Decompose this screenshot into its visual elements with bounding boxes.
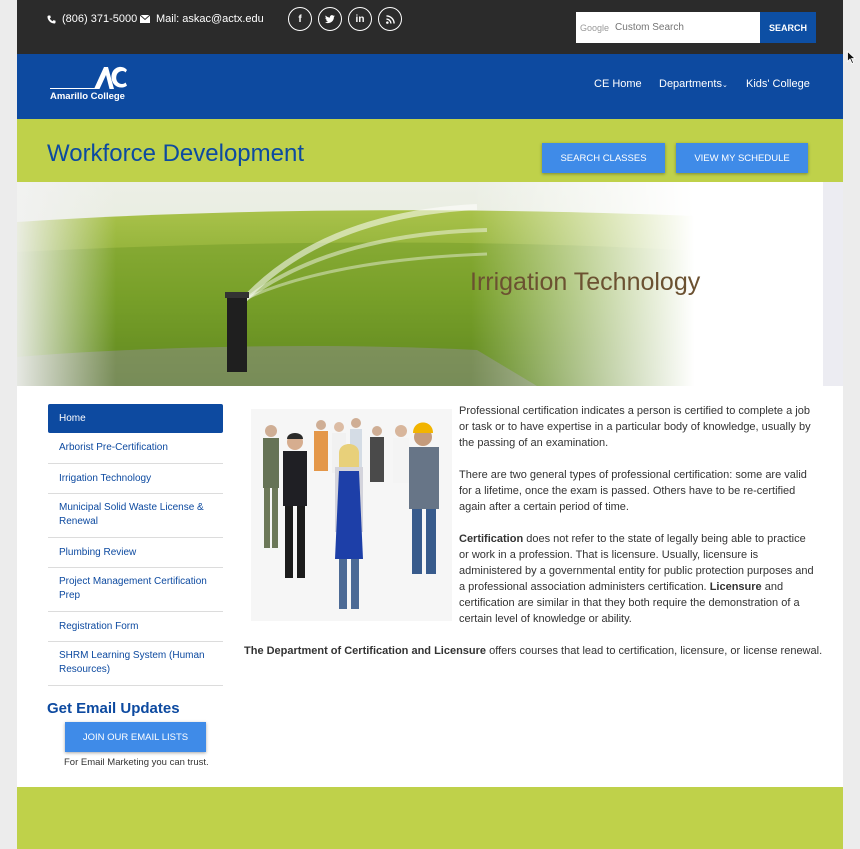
department-statement: The Department of Certification and Lice… xyxy=(244,645,822,657)
twitter-icon[interactable] xyxy=(318,7,342,31)
main-content: Professional certification indicates a p… xyxy=(459,403,817,643)
department-text: offers courses that lead to certificatio… xyxy=(486,645,823,657)
sidebar-item-arborist[interactable]: Arborist Pre-Certification xyxy=(48,433,223,464)
workers-group-image xyxy=(251,409,452,621)
page-title: Workforce Development xyxy=(47,140,304,167)
view-schedule-button[interactable]: VIEW MY SCHEDULE xyxy=(676,143,808,173)
licensure-term: Licensure xyxy=(709,581,762,593)
ac-logo-mark xyxy=(94,66,127,89)
envelope-icon xyxy=(140,15,150,23)
email-marketing-note: For Email Marketing you can trust. xyxy=(64,757,209,768)
phone-icon xyxy=(47,14,56,24)
search-classes-button[interactable]: SEARCH CLASSES xyxy=(542,143,665,173)
department-name: The Department of Certification and Lice… xyxy=(244,645,487,657)
mouse-cursor-icon xyxy=(847,51,856,64)
page-header: Workforce Development SEARCH CLASSES VIE… xyxy=(17,119,843,182)
mail-contact[interactable]: Mail: askac@actx.edu xyxy=(140,13,264,25)
social-links: f in xyxy=(288,7,402,31)
email-updates-heading: Get Email Updates xyxy=(47,700,180,717)
sidebar-nav: Home Arborist Pre-Certification Irrigati… xyxy=(48,404,223,686)
sidebar-item-registration[interactable]: Registration Form xyxy=(48,612,223,642)
college-name: Amarillo College xyxy=(50,91,125,102)
logo-rule xyxy=(50,88,95,89)
nav-ce-home[interactable]: CE Home xyxy=(594,78,642,90)
phone-number: (806) 371-5000 xyxy=(62,13,138,25)
search-box: Google xyxy=(576,12,760,43)
nav-departments-label: Departments xyxy=(659,78,722,90)
nav-departments[interactable]: Departments⌄ xyxy=(659,78,728,90)
search-input[interactable] xyxy=(615,22,746,33)
sidebar-item-plumbing[interactable]: Plumbing Review xyxy=(48,538,223,568)
sidebar-item-project-management[interactable]: Project Management Certification Prep xyxy=(48,568,223,612)
search-button[interactable]: SEARCH xyxy=(760,12,816,43)
amarillo-college-logo[interactable]: Amarillo College xyxy=(50,64,130,104)
sprinkler-lawn-image xyxy=(17,182,843,386)
certification-term: Certification xyxy=(459,533,524,545)
join-email-button[interactable]: JOIN OUR EMAIL LISTS xyxy=(65,722,206,752)
content-paragraph: Professional certification indicates a p… xyxy=(459,405,811,449)
linkedin-icon[interactable]: in xyxy=(348,7,372,31)
sidebar-item-shrm[interactable]: SHRM Learning System (Human Resources) xyxy=(48,642,223,686)
rss-icon[interactable] xyxy=(378,7,402,31)
site-search: Google SEARCH xyxy=(576,12,816,43)
hero-banner: Irrigation Technology xyxy=(17,182,843,386)
facebook-icon[interactable]: f xyxy=(288,7,312,31)
top-bar: (806) 371-5000 Mail: askac@actx.edu f in… xyxy=(17,0,843,54)
content-paragraph: There are two general types of professio… xyxy=(459,469,807,513)
phone-contact[interactable]: (806) 371-5000 xyxy=(47,13,137,25)
chevron-down-icon: ⌄ xyxy=(721,82,728,89)
page: (806) 371-5000 Mail: askac@actx.edu f in… xyxy=(17,0,843,849)
hero-caption: Irrigation Technology xyxy=(470,268,701,296)
content-paragraph: Certification does not refer to the stat… xyxy=(459,531,817,627)
sidebar-item-municipal-waste[interactable]: Municipal Solid Waste License & Renewal xyxy=(48,494,223,538)
google-watermark: Google xyxy=(580,22,610,33)
main-navbar: Amarillo College CE Home Departments⌄ Ki… xyxy=(17,54,843,119)
footer-band xyxy=(17,787,843,849)
sidebar-item-irrigation[interactable]: Irrigation Technology xyxy=(48,464,223,494)
mail-address: Mail: askac@actx.edu xyxy=(156,13,264,25)
sidebar-item-home[interactable]: Home xyxy=(48,404,223,433)
nav-kids-college[interactable]: Kids' College xyxy=(746,78,810,90)
